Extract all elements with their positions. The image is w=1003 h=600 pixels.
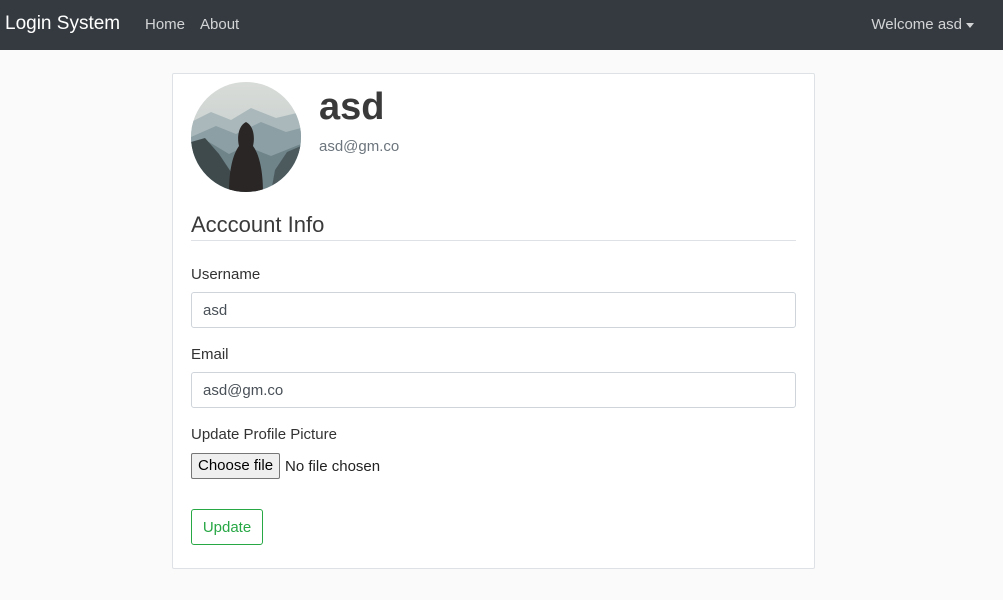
profile-email: asd@gm.co	[319, 138, 400, 155]
user-menu-label: Welcome asd	[871, 16, 962, 33]
user-menu-dropdown[interactable]: Welcome asd	[871, 15, 974, 35]
email-label: Email	[191, 346, 229, 363]
update-button[interactable]: Update	[191, 509, 263, 545]
email-input[interactable]	[191, 372, 796, 408]
nav-about-link[interactable]: About	[200, 15, 239, 35]
profile-picture-label: Update Profile Picture	[191, 426, 337, 443]
caret-down-icon	[966, 22, 974, 28]
username-label: Username	[191, 266, 261, 283]
file-status-text: No file chosen	[285, 457, 381, 475]
section-divider	[191, 240, 796, 241]
avatar	[191, 82, 301, 192]
profile-card: asd asd@gm.co Acccount Info Username Ema…	[172, 73, 815, 569]
brand-link[interactable]: Login System	[5, 12, 120, 36]
top-navbar: Login System Home About Welcome asd	[0, 0, 1003, 50]
choose-file-button[interactable]: Choose file	[191, 453, 281, 479]
profile-name: asd	[319, 86, 385, 128]
avatar-image	[191, 82, 301, 192]
nav-home-link[interactable]: Home	[145, 15, 185, 35]
file-picker: Choose file No file chosen	[191, 453, 380, 479]
username-input[interactable]	[191, 292, 796, 328]
account-info-heading: Acccount Info	[191, 212, 325, 237]
